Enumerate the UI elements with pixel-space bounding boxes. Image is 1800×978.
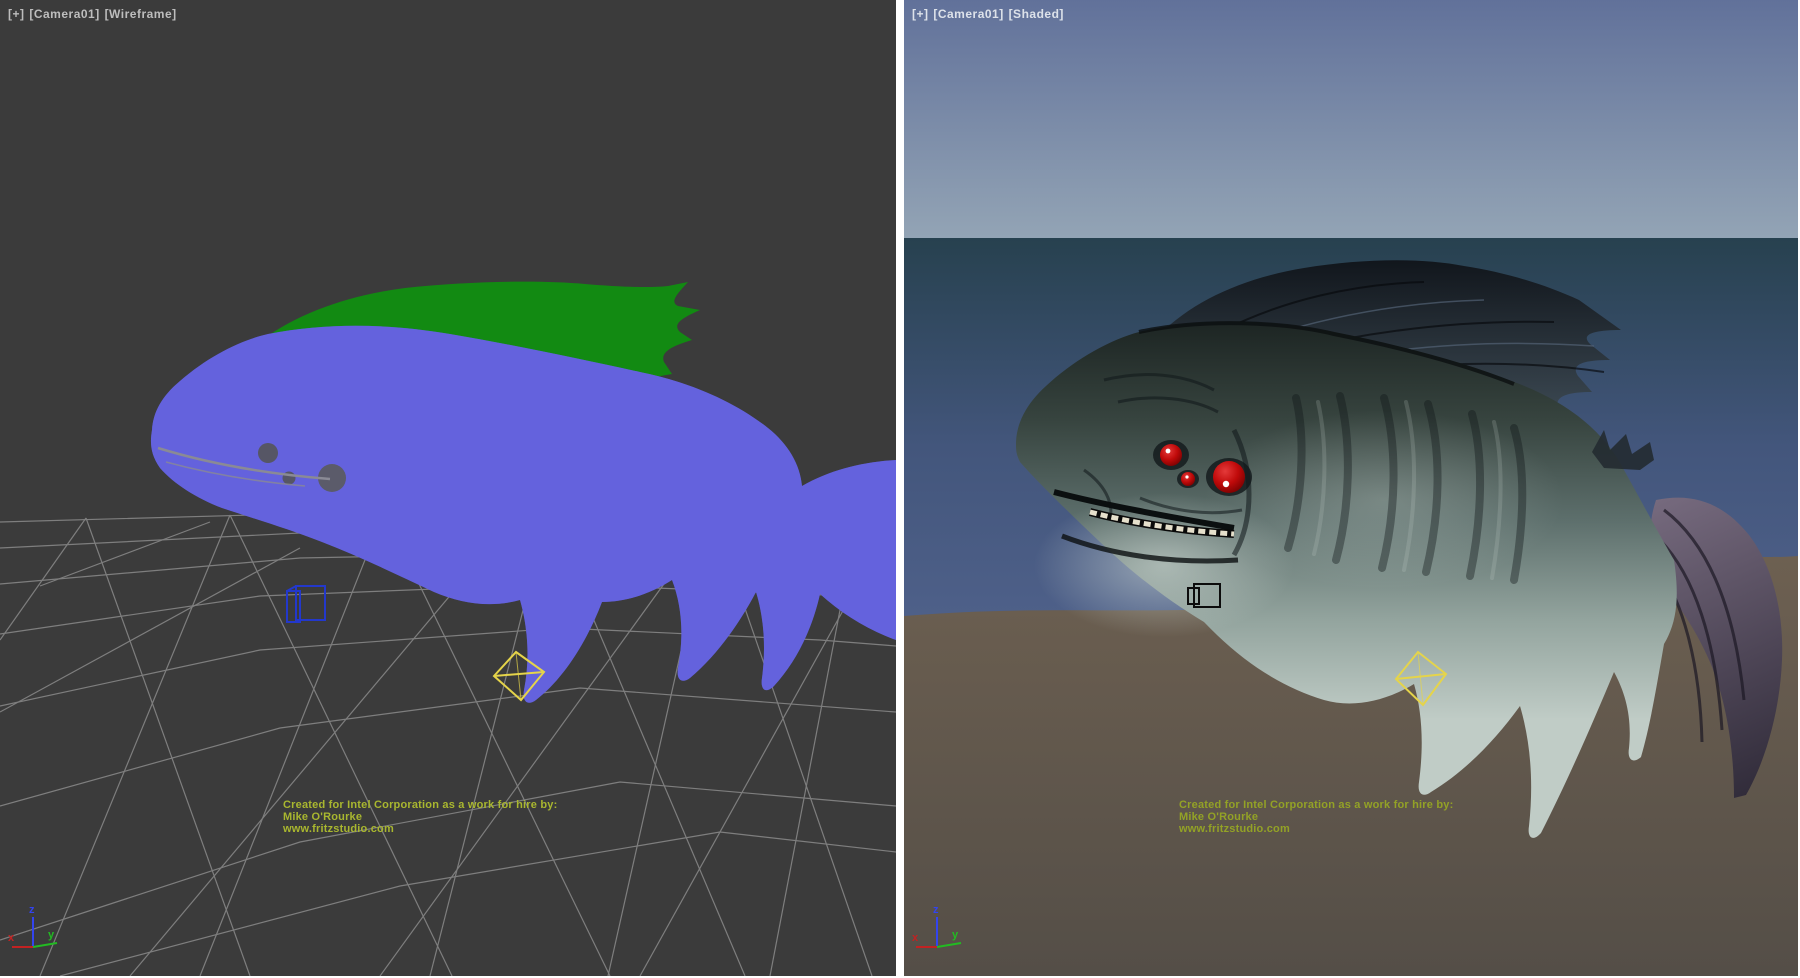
- axis-z-label: z: [933, 904, 939, 916]
- eye-small-upper: [1160, 444, 1182, 466]
- viewport-label: [+] [Camera01] [Shaded]: [912, 7, 1065, 21]
- viewport-shaded[interactable]: z x y [+] [Camera01] [Shaded] Created fo…: [904, 0, 1798, 976]
- wireframe-stipple-texture: [151, 326, 896, 703]
- dual-viewport-workspace: z x y [+] [Camera01] [Wireframe] Created…: [0, 0, 1800, 978]
- axis-z-label: z: [29, 904, 35, 916]
- world-axis-tripod: z x y: [8, 904, 57, 947]
- eye-large: [1213, 461, 1245, 493]
- sky-backdrop: [904, 0, 1798, 238]
- watermark-line: Mike O'Rourke: [283, 811, 557, 823]
- box-helper-wireframe[interactable]: [287, 586, 325, 622]
- axis-x-label: x: [912, 932, 919, 944]
- axis-y-label: y: [952, 929, 959, 941]
- viewport-shading-menu[interactable]: [Shaded]: [1009, 7, 1064, 21]
- viewport-camera-menu[interactable]: [Camera01]: [933, 7, 1003, 21]
- eye-tiny: [1181, 472, 1195, 486]
- viewport-label: [+] [Camera01] [Wireframe]: [8, 7, 178, 21]
- watermark-line: Created for Intel Corporation as a work …: [1179, 799, 1453, 811]
- axis-y-label: y: [48, 929, 55, 941]
- viewport-shading-menu[interactable]: [Wireframe]: [105, 7, 177, 21]
- copyright-watermark: Created for Intel Corporation as a work …: [1179, 799, 1453, 835]
- watermark-line: www.fritzstudio.com: [283, 823, 557, 835]
- axis-x-label: x: [8, 932, 15, 944]
- watermark-line: www.fritzstudio.com: [1179, 823, 1453, 835]
- viewport-menu-button[interactable]: [+]: [912, 7, 929, 21]
- viewport-wireframe[interactable]: z x y [+] [Camera01] [Wireframe] Created…: [0, 0, 896, 976]
- viewport-camera-menu[interactable]: [Camera01]: [29, 7, 99, 21]
- watermark-line: Created for Intel Corporation as a work …: [283, 799, 557, 811]
- watermark-line: Mike O'Rourke: [1179, 811, 1453, 823]
- copyright-watermark: Created for Intel Corporation as a work …: [283, 799, 557, 835]
- viewport-menu-button[interactable]: [+]: [8, 7, 25, 21]
- fish-model-wireframe[interactable]: [151, 282, 896, 703]
